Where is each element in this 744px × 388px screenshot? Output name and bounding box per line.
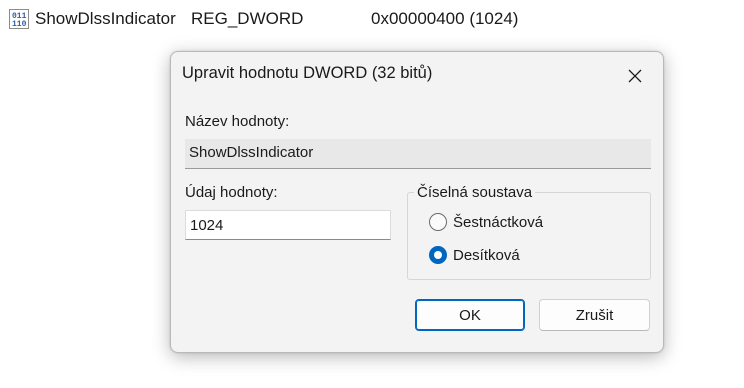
value-data-label: Údaj hodnoty:: [185, 184, 278, 201]
registry-value-row[interactable]: 011 110 ShowDlssIndicator REG_DWORD 0x00…: [0, 0, 744, 38]
registry-binary-icon: 011 110: [9, 9, 29, 29]
registry-value-data: 0x00000400 (1024): [371, 9, 519, 28]
radio-checked-icon[interactable]: [429, 246, 447, 264]
radio-decimal-label: Desítková: [453, 246, 520, 264]
svg-text:110: 110: [12, 20, 27, 29]
value-data-input[interactable]: [185, 210, 391, 240]
registry-value-name: ShowDlssIndicator: [35, 9, 176, 28]
ok-button[interactable]: OK: [415, 299, 525, 331]
edit-dword-dialog: Upravit hodnotu DWORD (32 bitů) Název ho…: [170, 51, 664, 353]
value-name-field: ShowDlssIndicator: [185, 139, 651, 169]
value-name-label: Název hodnoty:: [185, 113, 290, 130]
radix-group-legend: Číselná soustava: [414, 184, 536, 201]
radio-decimal[interactable]: Desítková: [429, 246, 520, 264]
radix-group: [407, 192, 651, 280]
close-button[interactable]: [617, 60, 653, 92]
radio-unchecked-icon[interactable]: [429, 213, 447, 231]
radio-hexadecimal[interactable]: Šestnáctková: [429, 213, 543, 231]
registry-value-type: REG_DWORD: [191, 9, 304, 28]
dialog-title: Upravit hodnotu DWORD (32 bitů): [182, 64, 433, 82]
close-icon: [628, 69, 642, 83]
cancel-button[interactable]: Zrušit: [539, 299, 650, 331]
radio-hexadecimal-label: Šestnáctková: [453, 213, 544, 231]
